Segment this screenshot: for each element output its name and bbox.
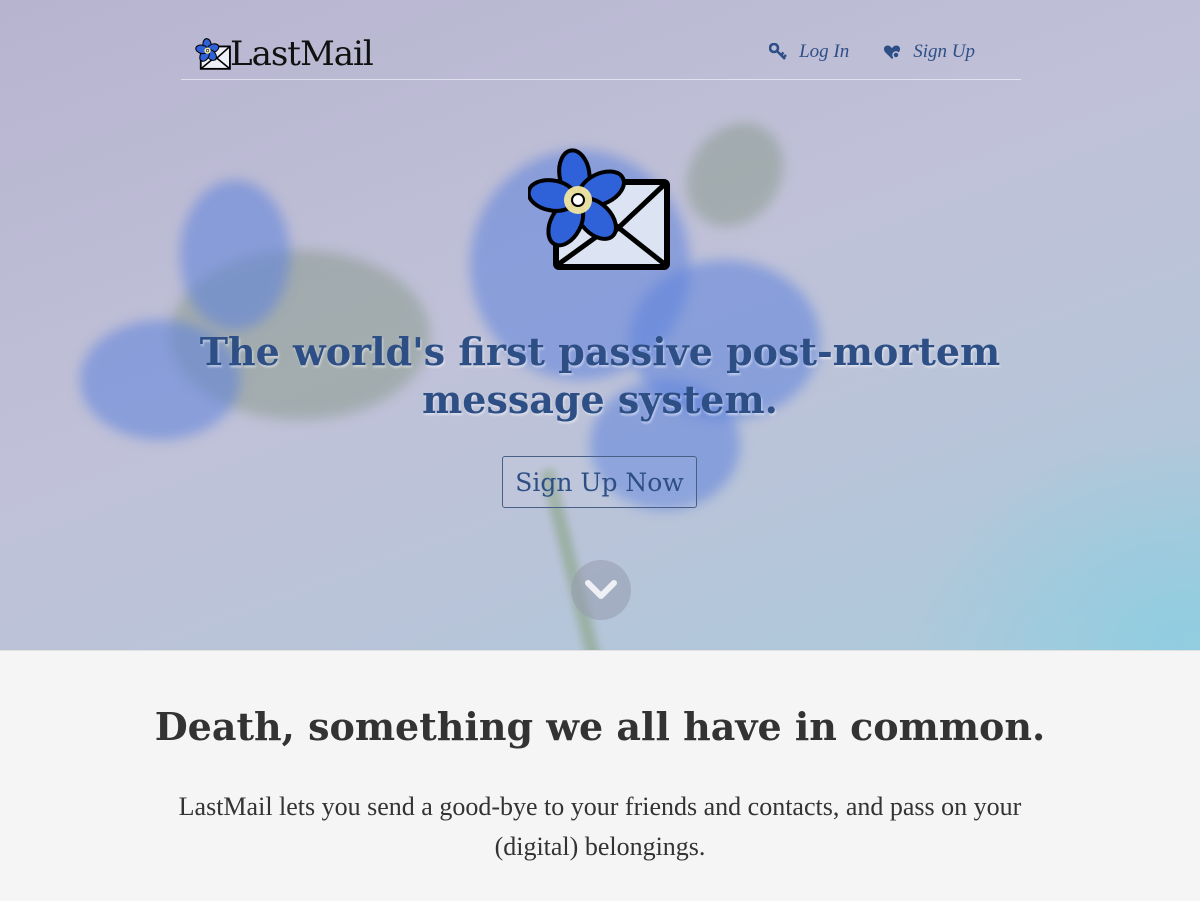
scroll-down-button[interactable] [571,560,631,620]
heart-icon [884,45,901,59]
hero-section: LastMail Log In Sign Up The world's firs… [0,0,1200,650]
chevron-down-icon [585,580,617,599]
signup-label: Sign Up [913,41,975,62]
forget-me-not-envelope-icon [528,148,670,270]
brand-name: LastMail [230,34,374,74]
intro-body: LastMail lets you send a good-bye to you… [178,792,1022,861]
brand-link[interactable]: LastMail [194,32,374,76]
intro-section: Death, something we all have in common. … [0,650,1200,901]
hero-headline: The world's first passive post-mortem me… [199,329,1001,422]
background-petal [180,180,290,330]
forget-me-not-envelope-icon [195,38,231,70]
sign-up-now-button[interactable]: Sign Up Now [502,456,697,508]
background-leaf [666,104,804,246]
login-label: Log In [799,41,850,62]
signup-link[interactable]: Sign Up [883,41,975,63]
intro-heading: Death, something we all have in common. [154,704,1046,749]
navbar: LastMail Log In Sign Up [181,28,1021,80]
nav-links: Log In Sign Up [769,41,975,63]
login-link[interactable]: Log In [769,41,849,63]
key-icon [769,43,787,60]
